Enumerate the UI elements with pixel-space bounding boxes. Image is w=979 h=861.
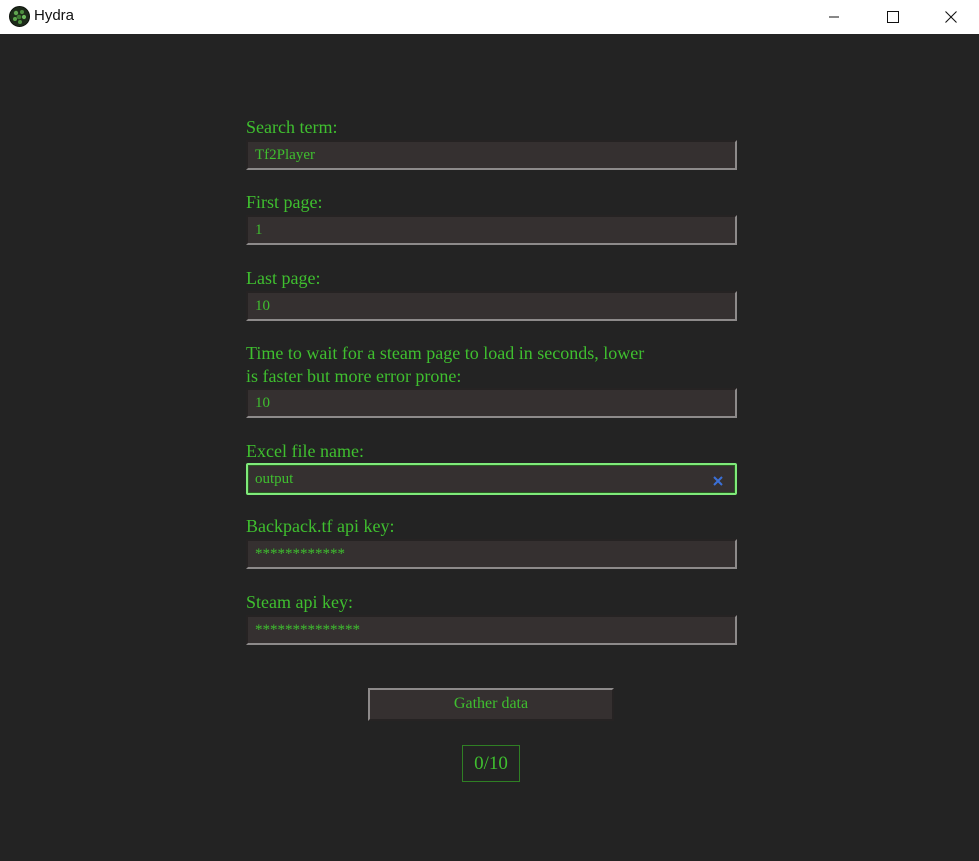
hydra-logo-icon	[9, 6, 30, 27]
close-button[interactable]	[922, 0, 979, 34]
gather-data-button[interactable]: Gather data	[368, 688, 614, 721]
maximize-icon	[887, 11, 899, 23]
progress-counter: 0/10	[462, 745, 520, 782]
title-bar: Hydra	[0, 0, 979, 34]
steam-key-input[interactable]	[246, 615, 737, 645]
excel-file-input[interactable]	[246, 463, 737, 495]
close-icon	[945, 11, 957, 23]
main-form: Search term: First page: Last page: Time…	[0, 34, 979, 861]
backpack-key-label: Backpack.tf api key:	[246, 516, 395, 536]
first-page-label: First page:	[246, 192, 323, 212]
minimize-icon	[829, 16, 839, 18]
wait-time-label-line1: Time to wait for a steam page to load in…	[246, 343, 645, 363]
last-page-input[interactable]	[246, 291, 737, 321]
backpack-key-input[interactable]	[246, 539, 737, 569]
clear-x-icon[interactable]	[711, 474, 725, 488]
search-term-label: Search term:	[246, 117, 338, 137]
last-page-label: Last page:	[246, 268, 321, 288]
wait-time-label-line2: is faster but more error prone:	[246, 366, 462, 386]
window-title: Hydra	[34, 7, 75, 24]
minimize-button[interactable]	[805, 0, 863, 34]
excel-file-label: Excel file name:	[246, 441, 364, 461]
first-page-input[interactable]	[246, 215, 737, 245]
wait-time-input[interactable]	[246, 388, 737, 418]
steam-key-label: Steam api key:	[246, 592, 353, 612]
maximize-button[interactable]	[864, 0, 922, 34]
search-term-input[interactable]	[246, 140, 737, 170]
